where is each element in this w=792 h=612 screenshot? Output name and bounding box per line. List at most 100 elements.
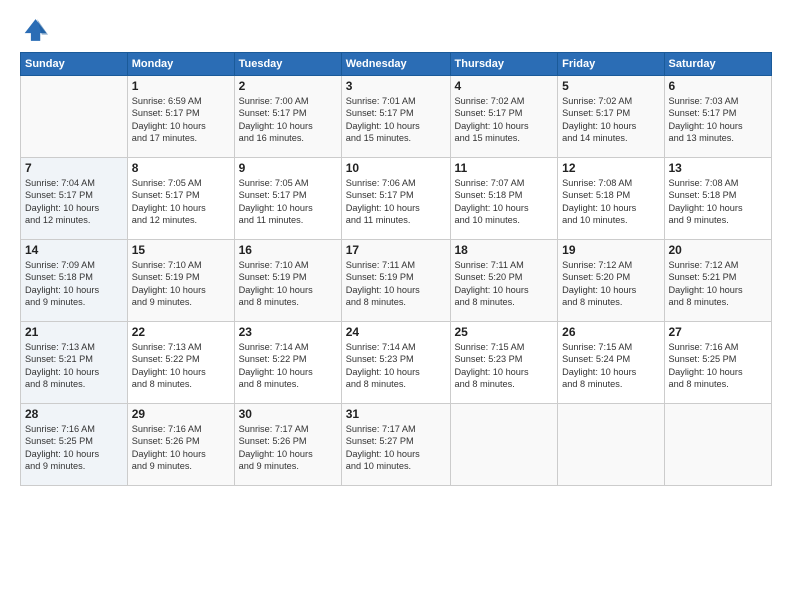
calendar-header-sunday: Sunday [21,53,128,76]
day-info: Sunrise: 7:02 AM Sunset: 5:17 PM Dayligh… [455,95,554,145]
calendar-cell: 11Sunrise: 7:07 AM Sunset: 5:18 PM Dayli… [450,158,558,240]
day-info: Sunrise: 7:08 AM Sunset: 5:18 PM Dayligh… [669,177,768,227]
day-info: Sunrise: 7:12 AM Sunset: 5:21 PM Dayligh… [669,259,768,309]
day-info: Sunrise: 7:15 AM Sunset: 5:23 PM Dayligh… [455,341,554,391]
day-info: Sunrise: 7:04 AM Sunset: 5:17 PM Dayligh… [25,177,123,227]
calendar-cell: 19Sunrise: 7:12 AM Sunset: 5:20 PM Dayli… [558,240,664,322]
calendar-week-row: 7 Sunrise: 7:04 AM Sunset: 5:17 PM Daylig… [21,158,772,240]
page: SundayMondayTuesdayWednesdayThursdayFrid… [0,0,792,612]
day-number: 3 [346,79,446,93]
day-info: Sunrise: 7:01 AM Sunset: 5:17 PM Dayligh… [346,95,446,145]
calendar-cell: 29Sunrise: 7:16 AM Sunset: 5:26 PM Dayli… [127,404,234,486]
calendar-header-saturday: Saturday [664,53,772,76]
calendar-cell [664,404,772,486]
day-info: Sunrise: 7:16 AM Sunset: 5:25 PM Dayligh… [669,341,768,391]
day-number: 23 [239,325,337,339]
calendar-cell: 17 Sunrise: 7:11 AM Sunset: 5:19 PM Dayli… [341,240,450,322]
calendar-cell: 6Sunrise: 7:03 AM Sunset: 5:17 PM Daylig… [664,76,772,158]
calendar-header-wednesday: Wednesday [341,53,450,76]
day-number: 7 [25,161,123,175]
calendar-cell: 14 Sunrise: 7:09 AM Sunset: 5:18 PM Dayli… [21,240,128,322]
day-number: 20 [669,243,768,257]
calendar-header-row: SundayMondayTuesdayWednesdayThursdayFrid… [21,53,772,76]
calendar-cell: 24 Sunrise: 7:14 AM Sunset: 5:23 PM Dayli… [341,322,450,404]
day-number: 18 [455,243,554,257]
calendar-cell: 23 Sunrise: 7:14 AM Sunset: 5:22 PM Dayli… [234,322,341,404]
calendar-cell: 13 Sunrise: 7:08 AM Sunset: 5:18 PM Dayli… [664,158,772,240]
day-info: Sunrise: 7:00 AM Sunset: 5:17 PM Dayligh… [239,95,337,145]
calendar-cell: 30 Sunrise: 7:17 AM Sunset: 5:26 PM Dayli… [234,404,341,486]
day-number: 28 [25,407,123,421]
day-info: Sunrise: 7:14 AM Sunset: 5:22 PM Dayligh… [239,341,337,391]
calendar-cell: 2 Sunrise: 7:00 AM Sunset: 5:17 PM Daylig… [234,76,341,158]
calendar-cell: 5Sunrise: 7:02 AM Sunset: 5:17 PM Daylig… [558,76,664,158]
calendar-table: SundayMondayTuesdayWednesdayThursdayFrid… [20,52,772,486]
day-number: 16 [239,243,337,257]
header [20,16,772,44]
day-info: Sunrise: 7:09 AM Sunset: 5:18 PM Dayligh… [25,259,123,309]
day-info: Sunrise: 7:12 AM Sunset: 5:20 PM Dayligh… [562,259,659,309]
day-info: Sunrise: 7:16 AM Sunset: 5:25 PM Dayligh… [25,423,123,473]
day-number: 26 [562,325,659,339]
day-number: 17 [346,243,446,257]
day-info: Sunrise: 7:02 AM Sunset: 5:17 PM Dayligh… [562,95,659,145]
logo-icon [20,16,48,44]
day-number: 27 [669,325,768,339]
calendar-cell: 9 Sunrise: 7:05 AM Sunset: 5:17 PM Daylig… [234,158,341,240]
day-number: 24 [346,325,446,339]
calendar-cell [450,404,558,486]
day-number: 15 [132,243,230,257]
day-number: 9 [239,161,337,175]
calendar-cell: 22Sunrise: 7:13 AM Sunset: 5:22 PM Dayli… [127,322,234,404]
calendar-cell: 12 Sunrise: 7:08 AM Sunset: 5:18 PM Dayli… [558,158,664,240]
day-info: Sunrise: 6:59 AM Sunset: 5:17 PM Dayligh… [132,95,230,145]
day-info: Sunrise: 7:08 AM Sunset: 5:18 PM Dayligh… [562,177,659,227]
day-info: Sunrise: 7:10 AM Sunset: 5:19 PM Dayligh… [239,259,337,309]
day-number: 2 [239,79,337,93]
day-number: 4 [455,79,554,93]
calendar-cell: 15 Sunrise: 7:10 AM Sunset: 5:19 PM Dayli… [127,240,234,322]
day-number: 13 [669,161,768,175]
calendar-header-tuesday: Tuesday [234,53,341,76]
calendar-cell: 25Sunrise: 7:15 AM Sunset: 5:23 PM Dayli… [450,322,558,404]
day-number: 31 [346,407,446,421]
calendar-cell: 1 Sunrise: 6:59 AM Sunset: 5:17 PM Daylig… [127,76,234,158]
calendar-cell: 3 Sunrise: 7:01 AM Sunset: 5:17 PM Daylig… [341,76,450,158]
day-info: Sunrise: 7:11 AM Sunset: 5:20 PM Dayligh… [455,259,554,309]
day-number: 11 [455,161,554,175]
day-number: 12 [562,161,659,175]
day-number: 8 [132,161,230,175]
calendar-cell: 7 Sunrise: 7:04 AM Sunset: 5:17 PM Daylig… [21,158,128,240]
day-number: 30 [239,407,337,421]
calendar-week-row: 14 Sunrise: 7:09 AM Sunset: 5:18 PM Dayli… [21,240,772,322]
day-number: 14 [25,243,123,257]
day-info: Sunrise: 7:17 AM Sunset: 5:26 PM Dayligh… [239,423,337,473]
day-info: Sunrise: 7:05 AM Sunset: 5:17 PM Dayligh… [239,177,337,227]
day-info: Sunrise: 7:14 AM Sunset: 5:23 PM Dayligh… [346,341,446,391]
calendar-cell: 27 Sunrise: 7:16 AM Sunset: 5:25 PM Dayli… [664,322,772,404]
day-info: Sunrise: 7:03 AM Sunset: 5:17 PM Dayligh… [669,95,768,145]
calendar-header-monday: Monday [127,53,234,76]
day-number: 22 [132,325,230,339]
calendar-cell: 10 Sunrise: 7:06 AM Sunset: 5:17 PM Dayli… [341,158,450,240]
day-number: 29 [132,407,230,421]
day-number: 10 [346,161,446,175]
calendar-cell [21,76,128,158]
day-number: 1 [132,79,230,93]
day-info: Sunrise: 7:11 AM Sunset: 5:19 PM Dayligh… [346,259,446,309]
day-number: 21 [25,325,123,339]
calendar-header-friday: Friday [558,53,664,76]
calendar-cell: 8 Sunrise: 7:05 AM Sunset: 5:17 PM Daylig… [127,158,234,240]
logo [20,16,52,44]
day-info: Sunrise: 7:10 AM Sunset: 5:19 PM Dayligh… [132,259,230,309]
calendar-week-row: 1 Sunrise: 6:59 AM Sunset: 5:17 PM Daylig… [21,76,772,158]
calendar-cell: 16 Sunrise: 7:10 AM Sunset: 5:19 PM Dayli… [234,240,341,322]
day-info: Sunrise: 7:06 AM Sunset: 5:17 PM Dayligh… [346,177,446,227]
day-info: Sunrise: 7:15 AM Sunset: 5:24 PM Dayligh… [562,341,659,391]
day-info: Sunrise: 7:17 AM Sunset: 5:27 PM Dayligh… [346,423,446,473]
calendar-header-thursday: Thursday [450,53,558,76]
calendar-cell: 31 Sunrise: 7:17 AM Sunset: 5:27 PM Dayli… [341,404,450,486]
calendar-cell: 18 Sunrise: 7:11 AM Sunset: 5:20 PM Dayli… [450,240,558,322]
day-info: Sunrise: 7:05 AM Sunset: 5:17 PM Dayligh… [132,177,230,227]
calendar-cell [558,404,664,486]
